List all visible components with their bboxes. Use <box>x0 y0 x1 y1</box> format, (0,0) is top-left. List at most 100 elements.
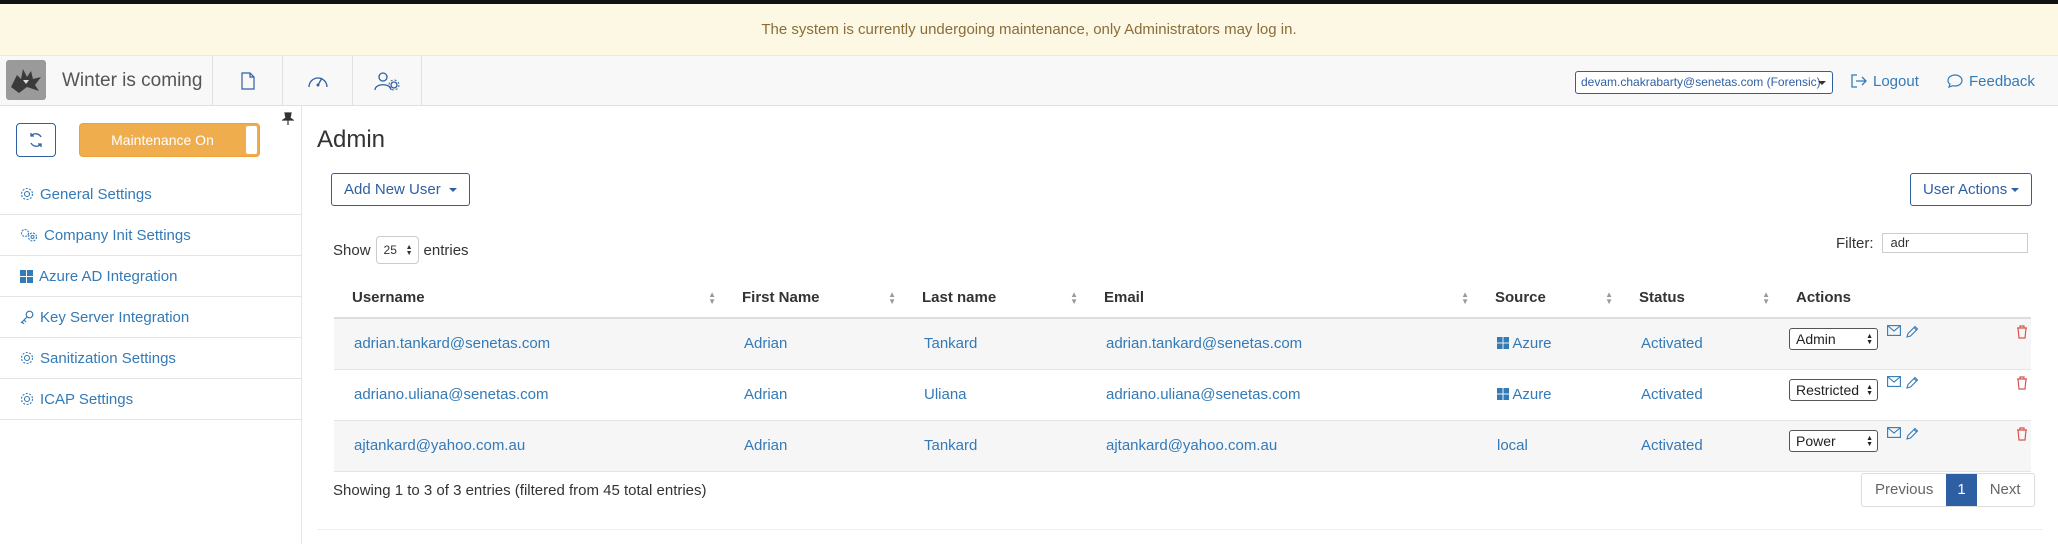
trash-icon[interactable] <box>2016 325 2028 339</box>
envelope-icon[interactable] <box>1887 325 1901 336</box>
pin-icon[interactable] <box>281 112 295 130</box>
cell-last-name[interactable]: Tankard <box>904 420 1086 472</box>
logo[interactable] <box>6 60 46 100</box>
page-1-button[interactable]: 1 <box>1946 474 1977 506</box>
sidebar-item-azure-ad-integration[interactable]: Azure AD Integration <box>0 256 301 297</box>
pencil-icon[interactable] <box>1905 427 1919 441</box>
sort-icon: ▲ ▼ <box>1762 290 1770 306</box>
envelope-icon[interactable] <box>1887 426 1901 438</box>
cell-email[interactable]: adrian.tankard@senetas.com <box>1086 318 1477 370</box>
cell-email[interactable]: adriano.uliana@senetas.com <box>1086 369 1477 421</box>
column-header-actions: Actions <box>1778 278 2031 319</box>
gear-icon <box>20 351 34 365</box>
sidebar-item-sanitization-settings[interactable]: Sanitization Settings <box>0 338 301 379</box>
feedback-link[interactable]: Feedback <box>1947 56 2035 106</box>
content-divider <box>317 529 2043 530</box>
column-header-status[interactable]: Status ▲ ▼ <box>1621 278 1778 319</box>
sidebar-item-label: Azure AD Integration <box>39 267 178 285</box>
user-account-value: devam.chakrabarty@senetas.com (Forensic) <box>1581 75 1821 89</box>
trash-icon[interactable] <box>2016 426 2028 441</box>
cell-status[interactable]: Activated <box>1621 318 1778 370</box>
gears-icon <box>20 228 38 242</box>
document-icon <box>240 72 255 90</box>
refresh-button[interactable] <box>16 123 56 157</box>
entries-per-page-select[interactable]: 25 ▲ ▼ <box>375 236 419 264</box>
cell-first-name[interactable]: Adrian <box>724 420 904 472</box>
maintenance-label: Maintenance On <box>111 132 214 148</box>
column-header-last-name[interactable]: Last name ▲ ▼ <box>904 278 1086 319</box>
up-down-arrows-icon: ▲ ▼ <box>405 244 413 257</box>
comment-icon <box>1947 74 1963 88</box>
nav-admin[interactable] <box>352 56 422 106</box>
envelope-icon[interactable] <box>1887 375 1901 387</box>
cell-status[interactable]: Activated <box>1621 369 1778 421</box>
dashboard-gauge-icon <box>307 77 328 88</box>
logout-label: Logout <box>1873 72 1919 90</box>
up-down-arrows-icon: ▲ ▼ <box>1866 333 1873 346</box>
pencil-icon[interactable] <box>1905 325 1919 339</box>
maintenance-banner: The system is currently undergoing maint… <box>0 4 2058 56</box>
entries-label: entries <box>423 241 469 259</box>
nav-documents[interactable] <box>212 56 282 106</box>
sidebar-item-label: Sanitization Settings <box>40 349 176 367</box>
pencil-icon[interactable] <box>1905 376 1919 390</box>
source-value: local <box>1497 437 1528 454</box>
cell-actions: Admin ▲ ▼ <box>1778 318 2031 370</box>
sidebar-item-key-server-integration[interactable]: Key Server Integration <box>0 297 301 338</box>
user-account-select[interactable]: devam.chakrabarty@senetas.com (Forensic) <box>1575 71 1833 94</box>
feedback-label: Feedback <box>1969 72 2035 90</box>
cell-first-name[interactable]: Adrian <box>724 318 904 370</box>
trash-icon[interactable] <box>2016 375 2028 390</box>
role-select-value: Power <box>1796 432 1836 449</box>
filter-input[interactable]: adr <box>1881 233 2028 253</box>
table-row: ajtankard@yahoo.com.au Adrian Tankard aj… <box>334 420 2031 472</box>
column-header-email[interactable]: Email ▲ ▼ <box>1086 278 1477 319</box>
cell-source[interactable]: local <box>1477 420 1621 472</box>
table-header-row: Username ▲ ▼ First Name ▲ ▼ Last name ▲ ▼ Emai… <box>334 278 2031 319</box>
pagination: Previous 1 Next <box>1861 473 2035 507</box>
main-content: Admin Add New User User Actions Show 25 … <box>302 106 2058 544</box>
page-title: Admin <box>317 126 386 153</box>
cell-status[interactable]: Activated <box>1621 420 1778 472</box>
sidebar-item-label: ICAP Settings <box>40 390 134 408</box>
column-header-first-name[interactable]: First Name ▲ ▼ <box>724 278 904 319</box>
sort-icon: ▲ ▼ <box>888 290 896 306</box>
cell-last-name[interactable]: Uliana <box>904 369 1086 421</box>
show-label: Show <box>333 241 371 259</box>
gear-icon <box>20 392 34 406</box>
add-new-user-label: Add New User <box>344 181 441 198</box>
table-info: Showing 1 to 3 of 3 entries (filtered fr… <box>333 482 707 499</box>
up-down-arrows-icon: ▲ ▼ <box>1866 434 1873 448</box>
add-new-user-button[interactable]: Add New User <box>331 173 470 206</box>
windows-icon <box>1497 388 1509 400</box>
role-select[interactable]: Admin ▲ ▼ <box>1789 328 1878 350</box>
cell-last-name[interactable]: Tankard <box>904 318 1086 370</box>
nav-dashboard[interactable] <box>282 56 352 106</box>
next-page-button[interactable]: Next <box>1977 474 2034 506</box>
user-actions-label: User Actions <box>1923 181 2008 198</box>
brand-title[interactable]: Winter is coming <box>62 56 202 106</box>
sidebar-item-icap-settings[interactable]: ICAP Settings <box>0 379 301 420</box>
cell-source[interactable]: Azure <box>1477 369 1621 421</box>
previous-page-button[interactable]: Previous <box>1862 474 1946 506</box>
logout-link[interactable]: Logout <box>1851 56 1919 106</box>
gear-icon <box>20 187 34 201</box>
role-select[interactable]: Restricted ▲ ▼ <box>1789 378 1878 401</box>
sidebar-item-company-init-settings[interactable]: Company Init Settings <box>0 215 301 256</box>
cell-username[interactable]: adriano.uliana@senetas.com <box>334 369 724 421</box>
users-table: Username ▲ ▼ First Name ▲ ▼ Last name ▲ ▼ Emai… <box>334 278 2031 472</box>
maintenance-toggle[interactable]: Maintenance On <box>79 123 260 157</box>
toggle-knob <box>246 126 257 154</box>
user-actions-button[interactable]: User Actions <box>1910 173 2033 206</box>
column-header-source[interactable]: Source ▲ ▼ <box>1477 278 1621 319</box>
cell-email[interactable]: ajtankard@yahoo.com.au <box>1086 420 1477 472</box>
caret-down-icon <box>448 188 457 193</box>
cell-username[interactable]: ajtankard@yahoo.com.au <box>334 420 724 472</box>
cell-source[interactable]: Azure <box>1477 318 1621 370</box>
column-header-username[interactable]: Username ▲ ▼ <box>334 278 724 319</box>
cell-username[interactable]: adrian.tankard@senetas.com <box>334 318 724 370</box>
cell-first-name[interactable]: Adrian <box>724 369 904 421</box>
filter-control: Filter: adr <box>1836 233 2028 253</box>
role-select[interactable]: Power ▲ ▼ <box>1789 429 1878 452</box>
sidebar-item-general-settings[interactable]: General Settings <box>0 174 301 215</box>
